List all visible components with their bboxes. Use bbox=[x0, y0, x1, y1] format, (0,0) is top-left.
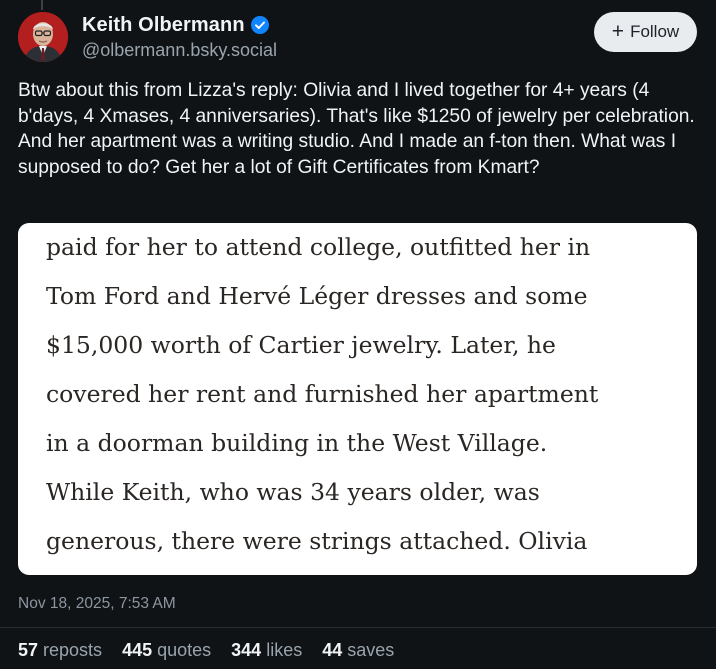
name-row: Keith Olbermann bbox=[82, 13, 277, 37]
embed-text-line: covered her rent and furnished her apart… bbox=[46, 380, 599, 408]
handle[interactable]: @olbermann.bsky.social bbox=[82, 40, 277, 61]
divider bbox=[0, 627, 716, 628]
stat-likes[interactable]: 344 likes bbox=[231, 640, 302, 661]
stat-reposts[interactable]: 57 reposts bbox=[18, 640, 102, 661]
embed-text-line: $15,000 worth of Cartier jewelry. Later,… bbox=[46, 331, 556, 359]
stat-count: 44 bbox=[322, 640, 343, 660]
avatar-portrait-icon bbox=[18, 12, 68, 62]
thread-line bbox=[41, 0, 43, 10]
stat-label: likes bbox=[266, 640, 303, 660]
post-text: Btw about this from Lizza's reply: Olivi… bbox=[18, 80, 695, 179]
stat-label: saves bbox=[347, 640, 395, 660]
author-info[interactable]: Keith Olbermann @olbermann.bsky.social bbox=[82, 13, 277, 61]
post: Keith Olbermann @olbermann.bsky.social +… bbox=[0, 0, 716, 669]
stat-saves[interactable]: 44 saves bbox=[322, 640, 394, 661]
embed-text-line: in a doorman building in the West Villag… bbox=[46, 429, 548, 457]
stat-label: reposts bbox=[43, 640, 103, 660]
embed-text-line: paid for her to attend college, outfitte… bbox=[46, 233, 591, 261]
stat-label: quotes bbox=[157, 640, 212, 660]
embed-text-line: Tom Ford and Hervé Léger dresses and som… bbox=[46, 282, 588, 310]
display-name[interactable]: Keith Olbermann bbox=[82, 14, 245, 37]
follow-button[interactable]: + Follow bbox=[594, 12, 697, 52]
embedded-image[interactable]: paid for her to attend college, outfitte… bbox=[18, 223, 697, 575]
stat-count: 57 bbox=[18, 640, 39, 660]
stat-quotes[interactable]: 445 quotes bbox=[122, 640, 211, 661]
post-timestamp[interactable]: Nov 18, 2025, 7:53 AM bbox=[18, 595, 176, 613]
stat-count: 344 bbox=[231, 640, 262, 660]
engagement-stats: 57 reposts 445 quotes 344 likes 44 saves bbox=[18, 640, 414, 661]
stat-count: 445 bbox=[122, 640, 153, 660]
verified-check-icon[interactable] bbox=[250, 16, 269, 34]
plus-icon: + bbox=[611, 19, 625, 43]
embed-text-line: generous, there were strings attached. O… bbox=[46, 527, 588, 555]
avatar[interactable] bbox=[18, 12, 68, 62]
embed-text-line: While Keith, who was 34 years older, was bbox=[46, 478, 540, 506]
follow-label: Follow bbox=[630, 22, 680, 41]
